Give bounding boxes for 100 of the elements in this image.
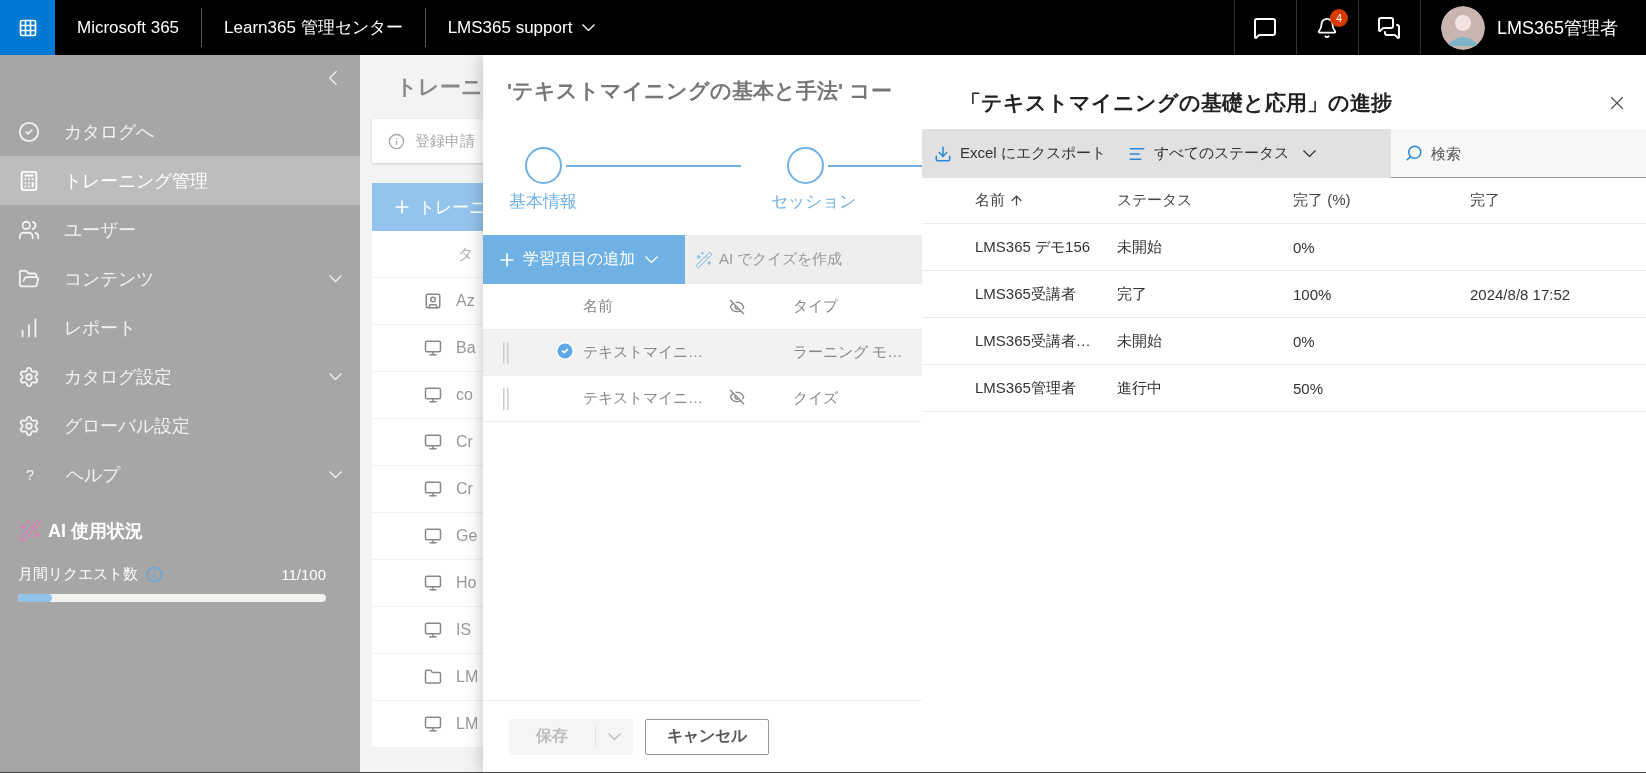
status-text: 未開始 [1117, 237, 1163, 257]
drag-handle-icon[interactable] [503, 387, 509, 410]
completion-percent: 100% [1293, 285, 1333, 303]
ai-quiz-button[interactable]: AI でクイズを作成 [685, 235, 853, 284]
grid-icon [17, 17, 38, 38]
nav-item[interactable]: レポート [0, 303, 360, 352]
monitor-icon [424, 339, 442, 357]
monitor-icon [424, 715, 442, 733]
column-header[interactable]: 完了 (%) [1293, 191, 1470, 210]
training-name: Ho [456, 574, 477, 592]
column-header: タ [458, 244, 473, 264]
avatar [1440, 5, 1485, 50]
training-name: LM [456, 715, 479, 733]
cancel-button[interactable]: キャンセル [645, 718, 769, 755]
settings-icon [18, 365, 40, 388]
app-settings-icon [18, 414, 40, 437]
step-label[interactable]: 基本情報 [509, 190, 577, 213]
item-type: クイズ [793, 389, 839, 408]
monitor-icon [424, 574, 442, 592]
search-icon [1405, 144, 1423, 162]
download-icon [934, 144, 952, 163]
notification-count: 4 [1329, 9, 1348, 27]
course-title: 'テキストマイニングの基本と手法' コー [506, 78, 893, 104]
user-name: LMS365受講者 [975, 284, 1077, 304]
site-selector[interactable]: LMS365 support [425, 0, 618, 55]
folder-icon [18, 267, 40, 290]
training-name: LM [456, 668, 479, 686]
item-type: ラーニング モ… [793, 343, 904, 362]
info-icon [146, 566, 163, 583]
item-row[interactable]: テキストマイニ… ラーニング モ… [483, 330, 923, 376]
column-header: 名前 [583, 297, 614, 316]
step-circle[interactable] [787, 147, 824, 184]
status-text: 進行中 [1117, 378, 1163, 398]
nav-item[interactable]: カタログ設定 [0, 352, 360, 401]
user-name: LMS365管理者 [975, 378, 1077, 398]
training-name: co [456, 386, 473, 404]
completion-percent: 0% [1293, 332, 1316, 350]
usage-reading: 11/100 [281, 566, 326, 583]
magic-wand-icon [18, 519, 42, 543]
nav-item[interactable]: カタログへ [0, 107, 360, 156]
item-name: テキストマイニ… [583, 389, 704, 408]
chevron-down-icon [645, 256, 658, 263]
status-text: 完了 [1117, 284, 1148, 304]
app-name: Microsoft 365 [76, 16, 181, 39]
help-icon: ? [18, 466, 42, 483]
status-filter[interactable]: すべてのステータス [1123, 144, 1320, 163]
column-header[interactable]: 完了 [1470, 191, 1646, 210]
monitor-icon [424, 433, 442, 451]
drag-handle-icon[interactable] [503, 341, 509, 364]
person-icon [424, 292, 442, 310]
user-name: LMS365 デモ156 [975, 237, 1092, 257]
ai-usage-title: AI 使用状況 [48, 520, 143, 543]
calculator-icon [18, 169, 40, 192]
monitor-icon [424, 527, 442, 545]
add-training-button[interactable]: トレーニ [372, 183, 483, 231]
chevron-down-icon [582, 24, 596, 31]
users-icon [18, 218, 40, 241]
search-field[interactable]: 検索 [1391, 129, 1646, 178]
monitor-icon [424, 386, 442, 404]
chat-icon [1253, 15, 1278, 40]
column-header[interactable]: 名前 [975, 191, 1117, 210]
completion-percent: 0% [1293, 238, 1316, 256]
training-name: IS [456, 621, 472, 639]
column-header: タイプ [793, 297, 840, 316]
info-icon [388, 132, 405, 150]
completion-percent: 50% [1293, 379, 1325, 397]
item-name: テキストマイニ… [583, 343, 704, 362]
check-circle-icon [18, 120, 40, 143]
training-name: Cr [456, 433, 473, 451]
completed-date: 2024/8/8 17:52 [1470, 285, 1572, 303]
nav-item[interactable]: コンテンツ [0, 254, 360, 303]
nav-item[interactable]: トレーニング管理 [0, 156, 360, 205]
monitor-icon [424, 480, 442, 498]
nav-item[interactable]: ユーザー [0, 205, 360, 254]
export-button[interactable]: Excel にエクスポート [930, 144, 1110, 163]
checked-icon[interactable] [555, 341, 575, 361]
eye-off-icon [729, 298, 745, 315]
chevron-down-icon [1302, 150, 1316, 157]
panel-title: 「テキストマイニングの基礎と応用」の進捗 [960, 90, 1392, 116]
add-item-button[interactable]: 学習項目の追加 [483, 235, 685, 284]
admin-center-title: Learn365 管理センター [223, 17, 404, 39]
training-name: Ge [456, 527, 478, 545]
nav-item[interactable]: グローバル設定 [0, 401, 360, 450]
folder-icon [424, 668, 442, 686]
column-header[interactable]: ステータス [1117, 191, 1293, 210]
training-name: Ba [456, 339, 476, 357]
info-text: 登録申請 [415, 131, 475, 151]
training-name: Az [456, 292, 475, 310]
usage-label: 月間リクエスト数 [18, 565, 138, 584]
status-text: 未開始 [1117, 331, 1163, 351]
user-name: LMS365受講者… [975, 331, 1092, 351]
nav-item[interactable]: ? ヘルプ [0, 450, 360, 499]
item-row[interactable]: テキストマイニ… クイズ [483, 376, 923, 422]
messages-icon [1377, 15, 1402, 40]
step-label[interactable]: セッション [771, 190, 856, 213]
app-launcher-button[interactable] [0, 0, 55, 55]
magic-wand-icon [695, 250, 713, 269]
step-circle[interactable] [525, 147, 562, 184]
training-name: Cr [456, 480, 473, 498]
page-title: トレーニ [396, 74, 483, 100]
